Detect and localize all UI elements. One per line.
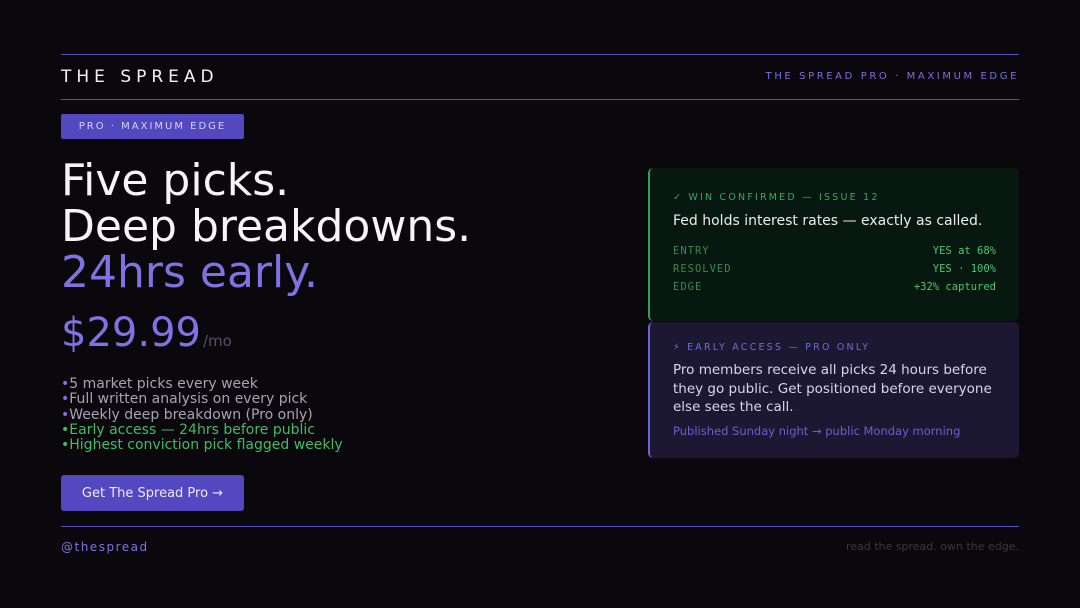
header-tagline: THE SPREAD PRO · MAXIMUM EDGE: [765, 71, 1019, 82]
pro-badge: PRO · MAXIMUM EDGE: [61, 114, 244, 139]
stat-key: RESOLVED: [673, 263, 732, 275]
price-block: $29.99 /mo: [61, 310, 232, 356]
get-pro-button[interactable]: Get The Spread Pro →: [61, 475, 244, 511]
early-card-footer: Published Sunday night → public Monday m…: [673, 424, 961, 438]
feature-list: •5 market picks every week •Full written …: [61, 376, 343, 453]
stat-row: EDGE +32% captured: [673, 281, 996, 299]
stat-row: ENTRY YES at 68%: [673, 245, 996, 263]
feature-item: •Early access — 24hrs before public: [61, 421, 343, 438]
price-amount: $29.99: [61, 310, 201, 356]
stat-value: YES · 100%: [932, 263, 996, 275]
feature-text: Early access — 24hrs before public: [69, 421, 315, 438]
win-card-label: ✓ WIN CONFIRMED — ISSUE 12: [673, 192, 880, 203]
feature-text: Weekly deep breakdown (Pro only): [69, 406, 313, 423]
win-card-title: Fed holds interest rates — exactly as ca…: [673, 213, 983, 229]
stat-key: ENTRY: [673, 245, 710, 257]
feature-item: •Full written analysis on every pick: [61, 392, 343, 407]
early-card-body: Pro members receive all picks 24 hours b…: [673, 362, 992, 415]
headline-line-1: Five picks.: [61, 155, 290, 206]
headline-line-2: Deep breakdowns.: [61, 201, 472, 252]
headline-line-3: 24hrs early.: [61, 247, 318, 298]
stat-key: EDGE: [673, 281, 703, 293]
brand-logo: THE SPREAD: [61, 67, 219, 87]
early-card-label: ⚡ EARLY ACCESS — PRO ONLY: [673, 342, 871, 353]
price-period: /mo: [202, 332, 232, 350]
hero-headline: Five picks. Deep breakdowns. 24hrs early…: [61, 158, 471, 296]
footer-divider: [61, 526, 1019, 527]
feature-item: •Weekly deep breakdown (Pro only): [61, 406, 343, 423]
feature-text: Full written analysis on every pick: [69, 391, 308, 408]
feature-text: Highest conviction pick flagged weekly: [69, 437, 343, 454]
stat-value: YES at 68%: [932, 245, 996, 257]
footer-tagline: read the spread. own the edge.: [845, 540, 1019, 553]
win-card-stats: ENTRY YES at 68% RESOLVED YES · 100% EDGE +32…: [673, 245, 996, 299]
stat-row: RESOLVED YES · 100%: [673, 263, 996, 281]
stat-value: +32% captured: [913, 281, 996, 293]
feature-item: •5 market picks every week: [61, 376, 343, 392]
social-handle[interactable]: @thespread: [61, 540, 149, 554]
top-divider: [61, 54, 1019, 55]
feature-item: •Highest conviction pick flagged weekly: [61, 438, 343, 453]
feature-text: 5 market picks every week: [69, 376, 258, 392]
header-divider: [61, 99, 1019, 100]
